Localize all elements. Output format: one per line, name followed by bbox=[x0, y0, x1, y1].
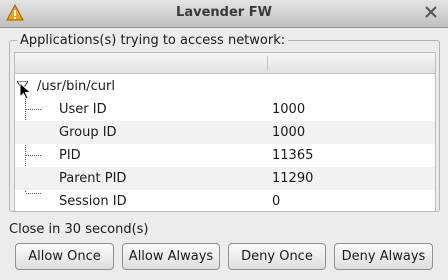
column-separator[interactable] bbox=[267, 56, 268, 70]
window-title: Lavender FW bbox=[176, 5, 272, 20]
row-key: User ID bbox=[59, 102, 107, 117]
tree-root-label: /usr/bin/curl bbox=[37, 79, 115, 94]
row-key: Session ID bbox=[59, 194, 127, 209]
deny-once-button[interactable]: Deny Once bbox=[228, 243, 326, 270]
row-key: PID bbox=[59, 148, 81, 163]
row-value: 11365 bbox=[272, 148, 314, 163]
allow-once-button[interactable]: Allow Once bbox=[15, 243, 114, 270]
title-bar[interactable]: Lavender FW bbox=[0, 0, 448, 28]
firewall-dialog: Lavender FW Applications(s) trying to ac… bbox=[0, 0, 448, 280]
row-value: 11290 bbox=[272, 171, 314, 186]
tree-root-row[interactable]: /usr/bin/curl bbox=[15, 75, 435, 100]
tree-row-user-id[interactable]: User ID 1000 bbox=[15, 98, 435, 121]
row-value: 1000 bbox=[272, 125, 306, 140]
row-key: Group ID bbox=[59, 125, 117, 140]
deny-always-button[interactable]: Deny Always bbox=[334, 243, 433, 270]
row-key: Parent PID bbox=[59, 171, 127, 186]
countdown-text: Close in 30 second(s) bbox=[9, 222, 149, 237]
close-icon[interactable] bbox=[424, 5, 438, 19]
tree-row-pid[interactable]: PID 11365 bbox=[15, 144, 435, 167]
tree-header bbox=[15, 53, 435, 74]
tree-row-parent-pid[interactable]: Parent PID 11290 bbox=[15, 167, 435, 190]
allow-always-button[interactable]: Allow Always bbox=[122, 243, 220, 270]
group-label: Applications(s) trying to access network… bbox=[17, 33, 289, 48]
row-value: 0 bbox=[272, 194, 281, 209]
tree-row-session-id[interactable]: Session ID 0 bbox=[15, 190, 435, 211]
row-value: 1000 bbox=[272, 102, 306, 117]
process-tree[interactable]: /usr/bin/curl User ID 1000 Group ID 1000… bbox=[14, 52, 436, 212]
tree-row-group-id[interactable]: Group ID 1000 bbox=[15, 121, 435, 144]
